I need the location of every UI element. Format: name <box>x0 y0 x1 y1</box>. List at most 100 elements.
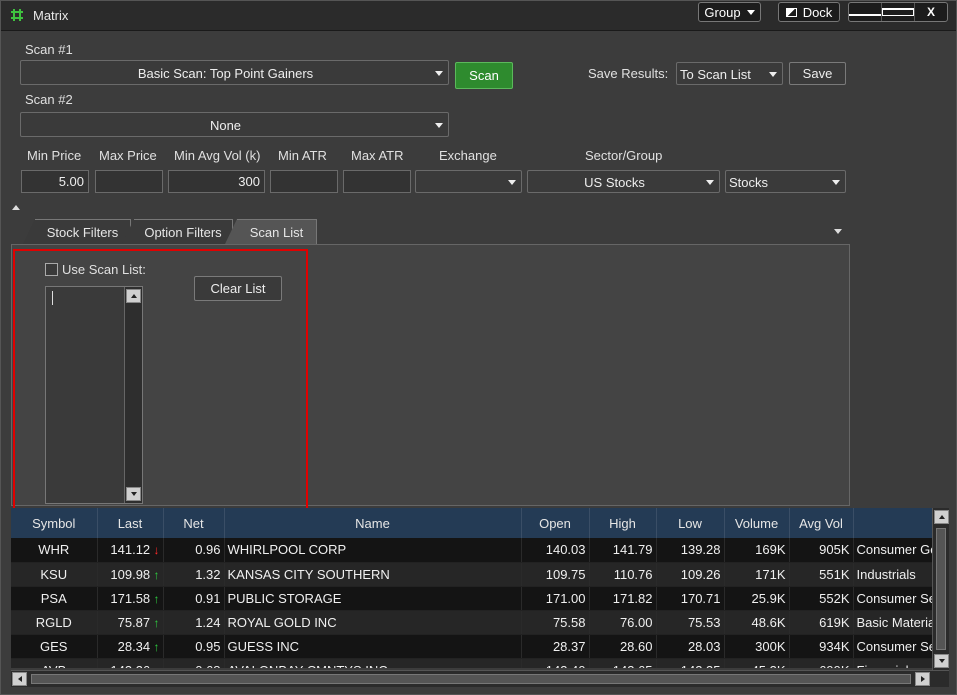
scroll-down-button[interactable] <box>126 487 141 501</box>
close-button[interactable]: X <box>915 3 947 21</box>
maximize-button[interactable] <box>882 3 915 21</box>
max-atr-input[interactable] <box>343 170 411 193</box>
use-scan-list-checkbox[interactable] <box>45 263 58 276</box>
chevron-down-icon <box>508 180 516 185</box>
min-price-input[interactable]: 5.00 <box>21 170 89 193</box>
tab-label: Scan List <box>249 224 304 240</box>
cell-sector: Consumer Goods <box>853 538 932 563</box>
scan-list-textbox[interactable] <box>45 286 143 504</box>
cell-symbol: RGLD <box>11 610 98 635</box>
cell-high: 141.79 <box>589 538 657 563</box>
title-bar[interactable]: Matrix Group Dock X <box>1 1 956 31</box>
cell-open-text: 171.00 <box>545 590 586 606</box>
collapse-toggle-icon[interactable] <box>12 205 20 210</box>
scroll-left-button[interactable] <box>12 672 27 686</box>
cell-sector: Consumer Services <box>853 586 932 611</box>
cell-high-text: 28.60 <box>619 638 653 654</box>
col-header-high[interactable]: High <box>589 508 657 538</box>
col-header-sector[interactable]: S <box>853 508 932 538</box>
scan-list-scrollbar[interactable] <box>124 287 142 503</box>
cell-volume: 45.3K <box>724 658 790 668</box>
scan2-select[interactable]: None <box>20 112 449 137</box>
clear-list-button[interactable]: Clear List <box>194 276 282 301</box>
table-row[interactable]: RGLD 75.87 ↑ 1.24 ROYAL GOLD INC 75.58 76.00 7… <box>11 610 933 635</box>
max-price-input[interactable] <box>95 170 163 193</box>
cell-avg-vol-text: 934K <box>819 638 850 654</box>
col-header-low[interactable]: Low <box>656 508 725 538</box>
tab-stock-filters[interactable]: Stock Filters <box>23 219 131 244</box>
scroll-up-button[interactable] <box>126 289 141 303</box>
cell-high: 28.60 <box>589 634 657 659</box>
arrow-up-icon: ↑ <box>150 639 160 654</box>
table-row[interactable]: KSU 109.98 ↑ 1.32 KANSAS CITY SOUTHERN 109.7… <box>11 562 932 587</box>
cell-open-text: 75.58 <box>552 614 586 630</box>
tab-menu-chevron-icon[interactable] <box>834 229 842 234</box>
cell-avg-vol: 934K <box>789 634 854 659</box>
table-row[interactable]: AVB 143.36 ↑ 0.68 AVALONBAY CMNTYS INC 143.4… <box>11 658 932 668</box>
col-header-net[interactable]: Net <box>163 508 225 538</box>
col-header-open[interactable]: Open <box>521 508 590 538</box>
min-atr-input[interactable] <box>270 170 338 193</box>
arrow-up-icon: ↑ <box>150 615 160 630</box>
cell-symbol-text: RGLD <box>35 614 72 630</box>
cell-last: 143.36 ↑ <box>97 658 164 668</box>
dock-button[interactable]: Dock <box>778 2 840 22</box>
cell-net-text: 1.24 <box>195 614 221 630</box>
cell-avg-vol-text: 905K <box>819 542 850 558</box>
sector-group-select[interactable]: US Stocks <box>527 170 720 193</box>
col-header-last[interactable]: Last <box>97 508 164 538</box>
col-header-volume[interactable]: Volume <box>724 508 790 538</box>
hash-icon <box>11 9 23 21</box>
cell-low: 109.26 <box>656 562 725 587</box>
cell-avg-vol: 619K <box>789 610 854 635</box>
save-results-select[interactable]: To Scan List <box>676 62 783 85</box>
tab-option-filters[interactable]: Option Filters <box>122 219 233 244</box>
cell-name: KANSAS CITY SOUTHERN <box>224 562 522 587</box>
scroll-down-button[interactable] <box>934 654 949 668</box>
scan2-label: Scan #2 <box>25 92 73 107</box>
arrow-up-icon <box>130 294 137 298</box>
min-avg-vol-label: Min Avg Vol (k) <box>174 148 261 163</box>
exchange-select[interactable] <box>415 170 522 193</box>
table-row[interactable]: WHR 141.12 ↓ 0.96 WHIRLPOOL CORP 140.03 141.7… <box>11 538 932 563</box>
scan1-select[interactable]: Basic Scan: Top Point Gainers <box>20 60 449 85</box>
sector-subgroup-select[interactable]: Stocks <box>725 170 846 193</box>
tab-scan-list[interactable]: Scan List <box>225 219 317 244</box>
arrow-up-icon <box>938 515 945 519</box>
group-button[interactable]: Group <box>698 2 761 22</box>
cell-name-text: PUBLIC STORAGE <box>227 590 342 606</box>
table-row[interactable]: PSA 171.58 ↑ 0.91 PUBLIC STORAGE 171.00 171.8… <box>11 586 932 611</box>
cell-net-text: 1.32 <box>195 566 221 582</box>
cell-symbol: GES <box>11 634 98 659</box>
cell-low-text: 109.26 <box>680 566 721 582</box>
cell-sector-text: Consumer Services <box>856 638 933 654</box>
cell-low-text: 142.35 <box>681 663 721 669</box>
col-header-avg-vol[interactable]: Avg Vol <box>789 508 854 538</box>
scan1-value: Basic Scan: Top Point Gainers <box>137 66 314 81</box>
col-header-name[interactable]: Name <box>224 508 522 538</box>
arrow-down-icon <box>130 492 137 496</box>
cell-volume-text: 48.6K <box>751 614 786 630</box>
cell-net-text: 0.96 <box>195 542 221 558</box>
minimize-button[interactable] <box>849 3 882 21</box>
cell-sector-text: Basic Materials <box>856 614 933 630</box>
save-button[interactable]: Save <box>789 62 846 85</box>
scan-button[interactable]: Scan <box>455 62 513 89</box>
cell-avg-vol-text: 552K <box>819 590 850 606</box>
table-row[interactable]: GES 28.34 ↑ 0.95 GUESS INC 28.37 28.60 28.03 30… <box>11 634 933 659</box>
scroll-thumb[interactable] <box>31 674 911 684</box>
cell-name-text: GUESS INC <box>227 638 300 654</box>
sector-group-value: US Stocks <box>584 175 645 190</box>
cell-volume-text: 171K <box>755 566 786 582</box>
cell-net: 0.95 <box>163 634 225 659</box>
cell-name: WHIRLPOOL CORP <box>224 538 522 563</box>
cell-avg-vol: 905K <box>789 538 854 563</box>
table-vertical-scrollbar[interactable] <box>932 508 949 670</box>
min-avg-vol-input[interactable]: 300 <box>168 170 265 193</box>
scroll-right-button[interactable] <box>915 672 930 686</box>
cell-open-text: 140.03 <box>545 542 586 558</box>
scroll-thumb[interactable] <box>936 528 946 650</box>
table-horizontal-scrollbar[interactable] <box>11 670 949 687</box>
scroll-up-button[interactable] <box>934 510 949 524</box>
col-header-symbol[interactable]: Symbol <box>11 508 98 538</box>
